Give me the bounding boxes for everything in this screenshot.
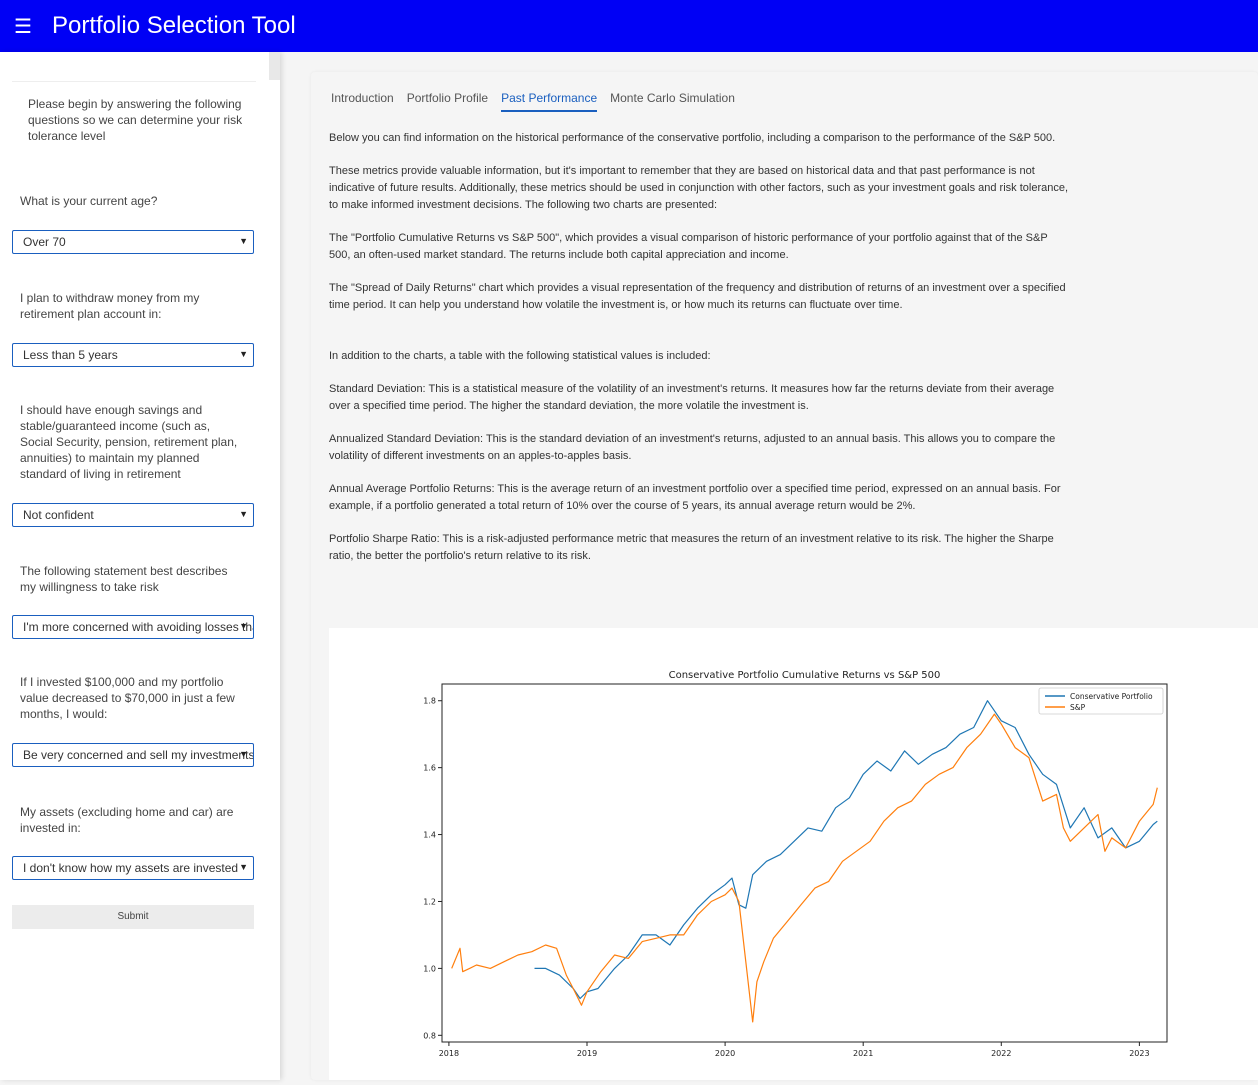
y-tick-label: 0.8 [423, 1031, 436, 1040]
withdraw-select-value: Less than 5 years [23, 348, 118, 362]
x-tick-label: 2020 [715, 1049, 735, 1058]
age-select-value: Over 70 [23, 235, 66, 249]
decrease-reaction-select-value: Be very concerned and sell my investment… [23, 748, 254, 762]
cumulative-returns-chart-container: Conservative Portfolio Cumulative Return… [329, 628, 1258, 1080]
x-tick-label: 2022 [991, 1049, 1011, 1058]
tab-introduction[interactable]: Introduction [331, 88, 394, 112]
risk-willingness-select-value: I'm more concerned with avoiding losses … [23, 620, 253, 634]
submit-button[interactable]: Submit [12, 905, 254, 929]
tab-past-performance[interactable]: Past Performance [501, 88, 598, 112]
paragraph-cumulative-chart: The "Portfolio Cumulative Returns vs S&P… [329, 232, 1048, 261]
assets-select-value: I don't know how my assets are invested [23, 861, 239, 875]
intro-text: Please begin by answering the following … [28, 97, 243, 143]
x-tick-label: 2021 [853, 1049, 873, 1058]
plot-frame [441, 683, 1168, 1043]
paragraph-sharpe-ratio: Portfolio Sharpe Ratio: This is a risk-a… [329, 533, 1054, 562]
dropdown-caret-icon: ▼ [239, 509, 248, 519]
dropdown-caret-icon: ▼ [239, 749, 248, 759]
savings-select[interactable]: Not confident ▼ [12, 503, 254, 527]
tab-bar: Introduction Portfolio Profile Past Perf… [331, 88, 748, 112]
tab-portfolio-profile[interactable]: Portfolio Profile [407, 88, 488, 112]
savings-select-value: Not confident [23, 508, 94, 522]
y-tick-label: 1.8 [423, 697, 436, 706]
question-risk-label: The following statement best describes m… [20, 564, 228, 594]
x-tick-label: 2019 [577, 1049, 597, 1058]
legend-label: Conservative Portfolio [1070, 692, 1153, 701]
dropdown-caret-icon: ▼ [239, 862, 248, 872]
question-decrease-label: If I invested $100,000 and my portfolio … [20, 675, 235, 721]
paragraph-spread-chart: The "Spread of Daily Returns" chart whic… [329, 282, 1066, 311]
y-tick-label: 1.0 [423, 964, 436, 973]
dropdown-caret-icon: ▼ [239, 236, 248, 246]
paragraph-standard-deviation: Standard Deviation: This is a statistica… [329, 383, 1055, 412]
assets-select[interactable]: I don't know how my assets are invested … [12, 856, 254, 880]
chart-title: Conservative Portfolio Cumulative Return… [669, 670, 941, 681]
menu-icon[interactable]: ☰ [14, 14, 36, 39]
paragraph-intro: Below you can find information on the hi… [329, 132, 1056, 144]
x-tick-label: 2023 [1129, 1049, 1149, 1058]
tab-monte-carlo-simulation[interactable]: Monte Carlo Simulation [610, 88, 735, 112]
questionnaire-sidebar: Please begin by answering the following … [0, 52, 280, 1080]
paragraph-annual-average-returns: Annual Average Portfolio Returns: This i… [329, 483, 1061, 512]
risk-willingness-select[interactable]: I'm more concerned with avoiding losses … [12, 615, 254, 639]
dropdown-caret-icon: ▼ [239, 621, 248, 631]
y-tick-label: 1.6 [423, 764, 436, 773]
app-title: Portfolio Selection Tool [52, 12, 296, 39]
x-tick-label: 2018 [439, 1049, 459, 1058]
age-select[interactable]: Over 70 ▼ [12, 230, 254, 254]
question-assets-label: My assets (excluding home and car) are i… [20, 805, 234, 835]
paragraph-table-intro: In addition to the charts, a table with … [329, 350, 711, 362]
top-app-bar: ☰ Portfolio Selection Tool [0, 0, 1258, 52]
withdraw-select[interactable]: Less than 5 years ▼ [12, 343, 254, 367]
y-tick-label: 1.2 [423, 897, 436, 906]
decrease-reaction-select[interactable]: Be very concerned and sell my investment… [12, 743, 254, 767]
legend-label: S&P [1070, 703, 1086, 712]
paragraph-metrics-caveat: These metrics provide valuable informati… [329, 165, 1069, 211]
question-savings-label: I should have enough savings and stable/… [20, 403, 238, 481]
paragraph-annualized-std: Annualized Standard Deviation: This is t… [329, 433, 1056, 462]
question-withdraw-label: I plan to withdraw money from my retirem… [20, 291, 200, 321]
dropdown-caret-icon: ▼ [239, 349, 248, 359]
cumulative-returns-chart: Conservative Portfolio Cumulative Return… [423, 670, 1168, 1058]
main-panel: Introduction Portfolio Profile Past Perf… [311, 72, 1258, 1080]
sidebar-scrollbar[interactable] [269, 52, 280, 80]
question-age-label: What is your current age? [20, 194, 158, 208]
y-tick-label: 1.4 [423, 831, 436, 840]
series-line-conservative-portfolio [534, 700, 1158, 1000]
series-line-sp500 [451, 713, 1158, 1023]
divider [12, 81, 256, 82]
past-performance-content: Below you can find information on the hi… [329, 130, 1069, 581]
